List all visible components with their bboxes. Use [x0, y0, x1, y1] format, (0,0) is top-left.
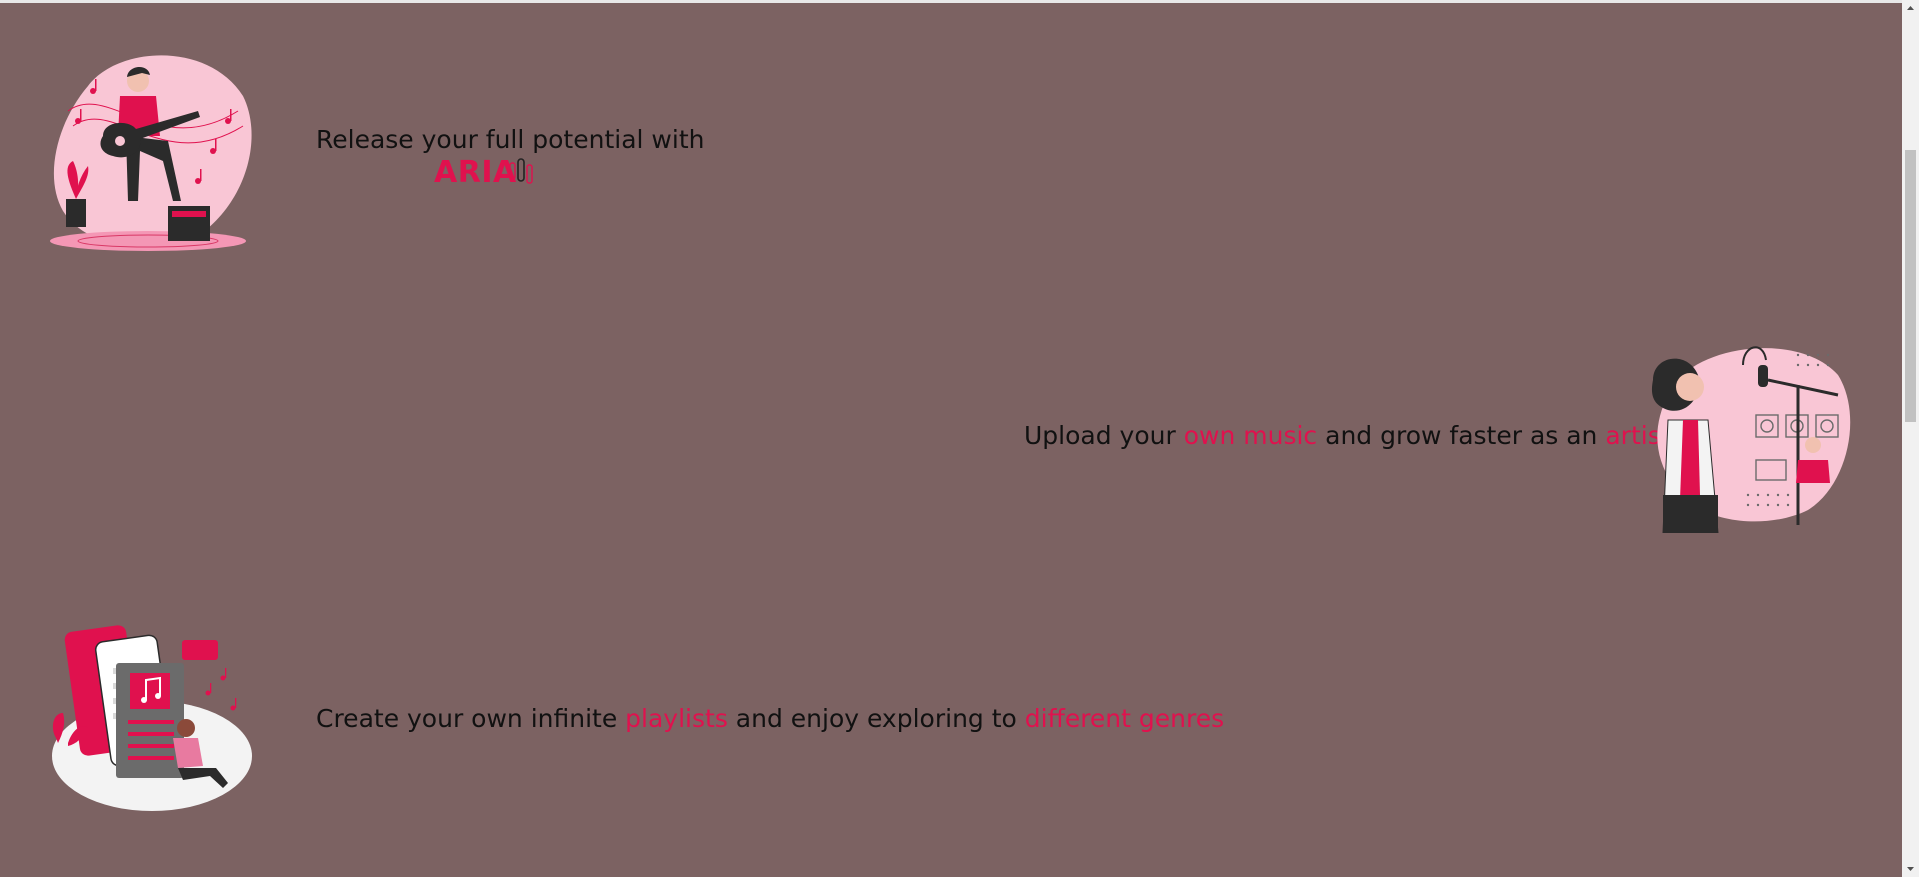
scroll-up-arrow-icon[interactable] — [1902, 0, 1919, 17]
section-2-text-part-0: Upload your — [1024, 421, 1184, 450]
brand-logo-text: ARIA — [434, 155, 517, 190]
vertical-scrollbar[interactable] — [1902, 0, 1919, 877]
section-2-text-part-2: and grow faster as an — [1317, 421, 1606, 450]
section-3-text-part-0: Create your own infinite — [316, 704, 626, 733]
section-create-playlists: Create your own infinite playlists and e… — [0, 603, 1902, 863]
section-upload-music: Upload your own music and grow faster as… — [0, 303, 1902, 563]
scrollbar-thumb[interactable] — [1905, 150, 1916, 422]
section-release-potential: Release your full potential with ARIA — [0, 3, 1902, 263]
section-1-text-part-0: Release your full potential with — [316, 125, 705, 154]
scroll-down-arrow-icon[interactable] — [1902, 860, 1919, 877]
equalizer-icon — [509, 158, 533, 184]
playlist-phone-illustration — [52, 625, 252, 811]
guitarist-illustration — [50, 55, 252, 251]
section-3-accent-different-genres: different genres — [1024, 704, 1225, 733]
page-content: Release your full potential with ARIA Up… — [0, 3, 1902, 877]
section-3-text: Create your own infinite playlists and e… — [316, 704, 1224, 733]
section-2-text: Upload your own music and grow faster as… — [1024, 421, 1671, 450]
section-3-text-part-2: and enjoy exploring to — [727, 704, 1025, 733]
section-2-accent-own-music: own music — [1183, 421, 1318, 450]
singer-microphone-illustration — [1651, 346, 1851, 533]
section-3-accent-playlists: playlists — [625, 704, 728, 733]
section-1-text: Release your full potential with — [316, 125, 704, 154]
